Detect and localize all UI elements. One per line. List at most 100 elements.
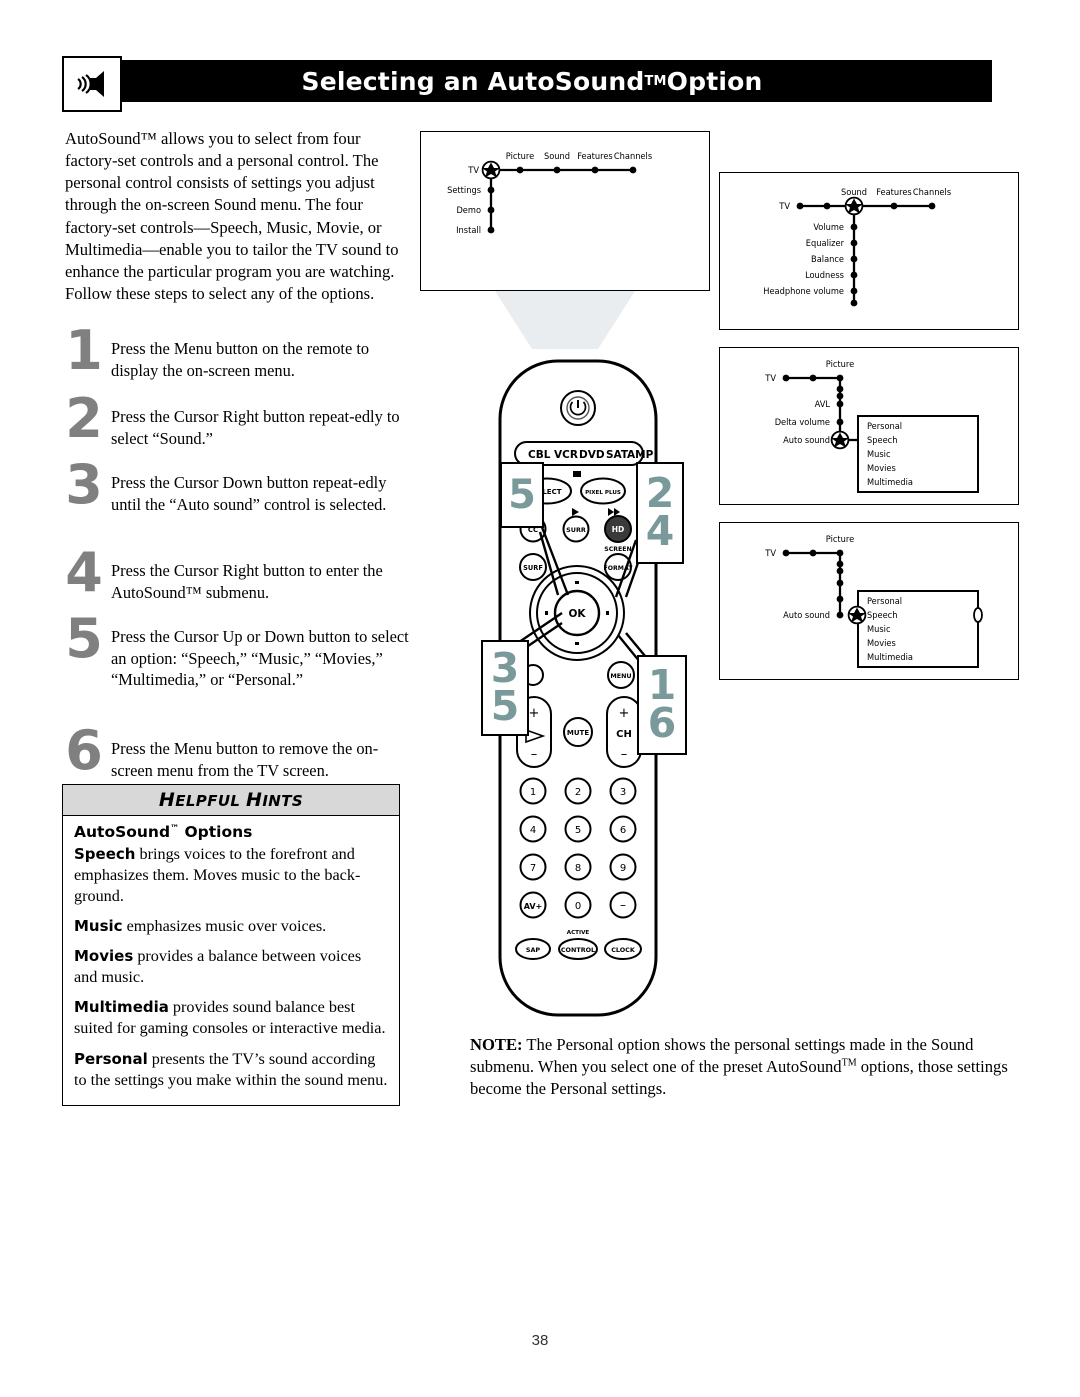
node-dot [850, 299, 858, 307]
note-label: NOTE: [470, 1035, 523, 1054]
diagram-label: TV [467, 165, 479, 176]
step-number: 1 [65, 319, 103, 382]
active-control-label: CONTROL [561, 946, 595, 954]
node-dot [836, 560, 844, 568]
step-text: Press the Cursor Right button repeat-edl… [111, 407, 400, 448]
callout-steps-1-6: 16 [637, 655, 687, 755]
node-dot [850, 239, 858, 247]
step-number: 3 [65, 453, 103, 516]
node-dot [850, 287, 858, 295]
callout-step-5: 5 [500, 462, 544, 528]
node-dot [850, 255, 858, 263]
submenu-item: Speech [867, 435, 897, 446]
helpful-hints-body: AutoSound™ Options Speech brings voices … [63, 816, 399, 1105]
submenu-item: Movies [867, 638, 896, 649]
diagram-label: Features [577, 151, 612, 162]
selected-node-marker [481, 160, 501, 180]
step-item: 1 Press the Menu button on the remote to… [63, 324, 413, 396]
selected-node-marker [830, 430, 850, 450]
diagram-label: Equalizer [806, 238, 845, 249]
submenu-item: Personal [867, 596, 902, 607]
hint-item: Speech brings voices to the forefront an… [74, 844, 388, 907]
submenu-item: Music [867, 624, 891, 635]
node-dot [553, 166, 561, 174]
keypad-label: – [620, 898, 626, 912]
submenu-item: Movies [867, 463, 896, 474]
node-dot [836, 549, 844, 557]
keypad-label: 6 [620, 825, 626, 836]
diagram-label: Demo [456, 205, 481, 216]
node-dot [629, 166, 637, 174]
node-dot [823, 202, 831, 210]
node-dot [809, 549, 817, 557]
node-dot [850, 271, 858, 279]
callout-steps-3-5: 35 [481, 640, 529, 736]
node-dot [836, 374, 844, 382]
node-dot [836, 400, 844, 408]
diagram-label: Volume [813, 222, 844, 233]
node-dot [836, 385, 844, 393]
diagram-label: Auto sound [783, 435, 830, 446]
keypad-label: AV+ [524, 902, 543, 911]
diagram-label: Channels [913, 187, 951, 198]
node-dot [782, 549, 790, 557]
diagram-label: Delta volume [775, 417, 830, 428]
node-dot [796, 202, 804, 210]
node-dot [836, 579, 844, 587]
step-number: 6 [65, 719, 103, 782]
steps-list: 1 Press the Menu button on the remote to… [63, 324, 413, 799]
diagram-label: Auto sound [783, 610, 830, 621]
hint-text: emphasizes music over voices. [122, 917, 327, 936]
diagram-label: Picture [826, 534, 854, 545]
submenu-item: Multimedia [867, 652, 913, 663]
keypad-label: 9 [620, 863, 626, 874]
step-text: Press the Cursor Right button to enter t… [111, 561, 383, 602]
node-dot [591, 166, 599, 174]
speaker-icon [62, 56, 122, 112]
diagram-label: Headphone volume [763, 286, 844, 297]
active-label: ACTIVE [567, 930, 590, 936]
hint-item: Personal presents the TV’s sound accordi… [74, 1049, 388, 1091]
projection-beam [495, 291, 635, 349]
submenu-item: Speech [867, 610, 897, 621]
step-text: Press the Menu button on the remote to d… [111, 339, 370, 380]
keypad-label: 4 [530, 825, 536, 836]
page-title-suffix: Option [666, 66, 763, 96]
selected-node-marker [847, 605, 867, 625]
step-number: 4 [65, 541, 103, 604]
node-dot [836, 595, 844, 603]
step-text: Press the Cursor Down button repeat-edly… [111, 473, 387, 514]
hint-term: Personal [74, 1049, 148, 1068]
diagram-label: TV [764, 373, 776, 384]
hint-term: Multimedia [74, 998, 169, 1017]
submenu-item: Music [867, 449, 891, 460]
diagram-label: Sound [544, 151, 570, 162]
keypad-label: 8 [575, 863, 581, 874]
page-title: Selecting an AutoSound TM Option [88, 60, 992, 102]
step-number: 2 [65, 387, 103, 450]
diagram-label: AVL [815, 399, 831, 410]
menu-diagram-3: TV Picture AVL Delta volume Auto sound P… [719, 347, 1019, 505]
diagram-label: Install [456, 225, 481, 236]
node-dot [890, 202, 898, 210]
step-item: 2 Press the Cursor Right button repeat-e… [63, 392, 413, 464]
keypad-label: 2 [575, 787, 581, 798]
diagram-label: Sound [841, 187, 867, 198]
hint-term: Speech [74, 845, 136, 863]
keypad-label: 3 [620, 787, 626, 798]
diagram-label: Loudness [805, 270, 844, 281]
hint-item: Multimedia provides sound balance best s… [74, 997, 388, 1039]
page-number: 38 [531, 1332, 549, 1349]
page-title-text: Selecting an AutoSound [301, 66, 645, 96]
node-dot [836, 567, 844, 575]
menu-diagram-4: TV Picture Auto sound Personal Speech Mu… [719, 522, 1019, 680]
intro-paragraph: AutoSound™ allows you to select from fou… [65, 129, 399, 303]
step-item: 4 Press the Cursor Right button to enter… [63, 546, 413, 618]
selected-node-marker [844, 196, 864, 216]
step-text: Press the Menu button to remove the on-s… [111, 739, 379, 780]
helpful-hints-title: HELPFUL HINTS [158, 789, 304, 811]
step-text: Press the Cursor Up or Down button to se… [111, 627, 409, 690]
node-dot [782, 374, 790, 382]
submenu-item: Personal [867, 421, 902, 432]
note-tm: TM [841, 1057, 857, 1069]
